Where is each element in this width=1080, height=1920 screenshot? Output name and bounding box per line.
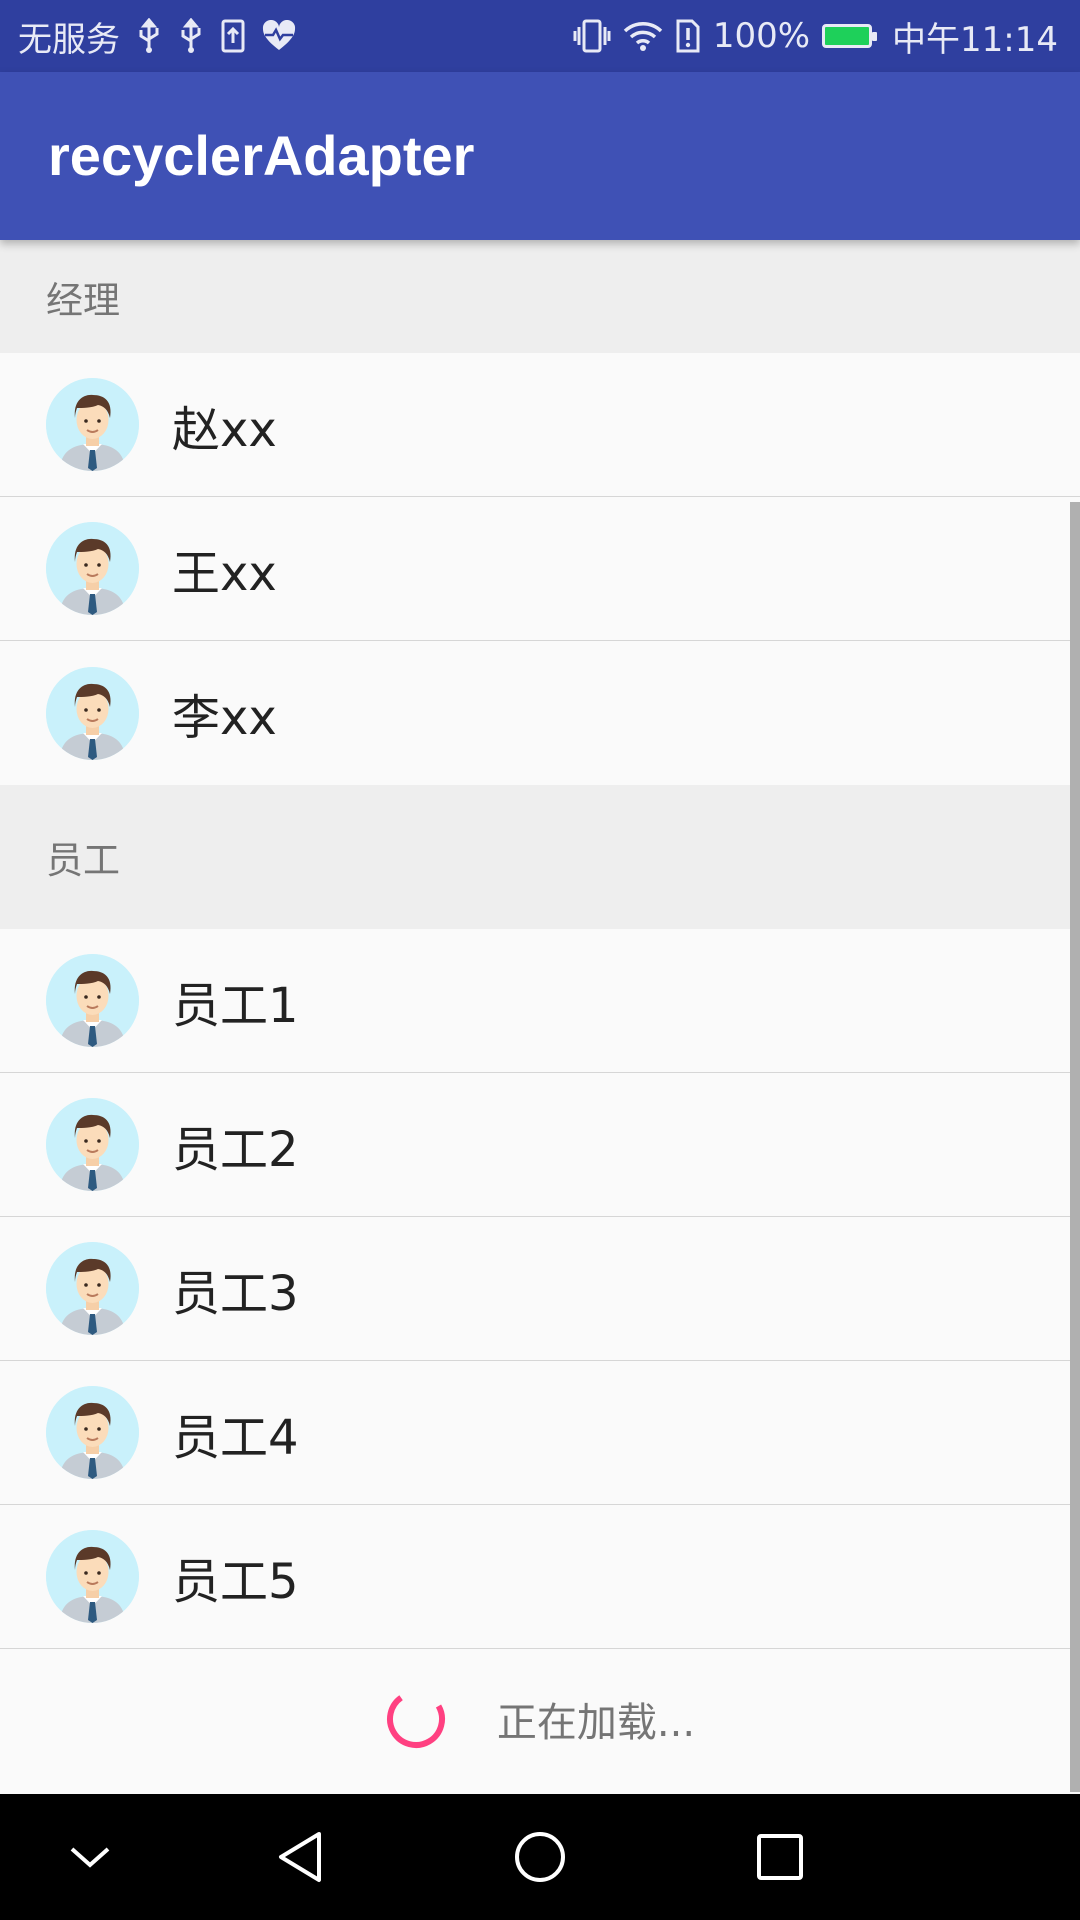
app-bar: recyclerAdapter xyxy=(0,72,1080,240)
navigation-bar xyxy=(0,1794,1080,1920)
section-header-label: 经理 xyxy=(46,278,120,322)
wifi-icon xyxy=(623,20,663,52)
avatar xyxy=(46,522,139,615)
app-title: recyclerAdapter xyxy=(48,124,475,187)
item-name: 赵xx xyxy=(172,401,277,458)
list-item[interactable]: 赵xx xyxy=(0,353,1080,497)
loading-text: 正在加载... xyxy=(496,1700,696,1746)
battery-icon xyxy=(822,24,878,48)
loading-footer: 正在加载... xyxy=(0,1649,1080,1789)
item-name: 王xx xyxy=(172,545,277,602)
recents-icon[interactable] xyxy=(720,1794,840,1920)
list-item[interactable]: 李xx xyxy=(0,641,1080,785)
home-icon[interactable] xyxy=(480,1794,600,1920)
upload-icon xyxy=(220,18,246,54)
section-header-label: 员工 xyxy=(46,839,120,882)
clock: 中午11:14 xyxy=(892,19,1058,60)
avatar xyxy=(46,378,139,471)
heart-pulse-icon xyxy=(262,20,296,52)
list-item[interactable]: 员工2 xyxy=(0,1073,1080,1217)
back-icon[interactable] xyxy=(240,1794,360,1920)
recycler-list[interactable]: 经理 赵xx 王xx 李xx 员工 员工1 员工2 员工3 员工4 员工5 正在… xyxy=(0,240,1080,1789)
section-header-staff: 员工 xyxy=(0,785,1080,929)
avatar xyxy=(46,1530,139,1623)
avatar xyxy=(46,1098,139,1191)
avatar xyxy=(46,666,139,760)
status-bar-left: 无服务 xyxy=(18,12,312,61)
status-bar-right: 100% 中午11:14 xyxy=(561,12,1058,61)
usb-icon xyxy=(178,18,204,54)
section-header-manager: 经理 xyxy=(0,240,1080,353)
item-name: 员工3 xyxy=(172,1265,299,1322)
carrier-text: 无服务 xyxy=(18,19,120,60)
battery-percent: 100% xyxy=(712,16,811,56)
avatar xyxy=(46,954,139,1047)
usb-icon xyxy=(136,18,162,54)
list-item[interactable]: 员工1 xyxy=(0,929,1080,1073)
scrollbar[interactable] xyxy=(1070,502,1080,1792)
list-item[interactable]: 员工3 xyxy=(0,1217,1080,1361)
list-item[interactable]: 员工4 xyxy=(0,1361,1080,1505)
item-name: 李xx xyxy=(172,690,277,746)
item-name: 员工5 xyxy=(172,1553,299,1610)
alert-icon xyxy=(675,19,701,53)
item-name: 员工2 xyxy=(172,1121,299,1178)
avatar xyxy=(46,1386,139,1479)
list-item[interactable]: 员工5 xyxy=(0,1505,1080,1649)
loading-spinner-icon xyxy=(386,1690,445,1748)
chevron-down-icon[interactable] xyxy=(30,1794,150,1920)
vibrate-icon xyxy=(573,19,611,53)
item-name: 员工1 xyxy=(172,977,299,1034)
list-item[interactable]: 王xx xyxy=(0,497,1080,641)
item-name: 员工4 xyxy=(172,1409,299,1466)
avatar xyxy=(46,1242,139,1335)
status-bar: 无服务 100% 中午11:14 xyxy=(0,0,1080,72)
